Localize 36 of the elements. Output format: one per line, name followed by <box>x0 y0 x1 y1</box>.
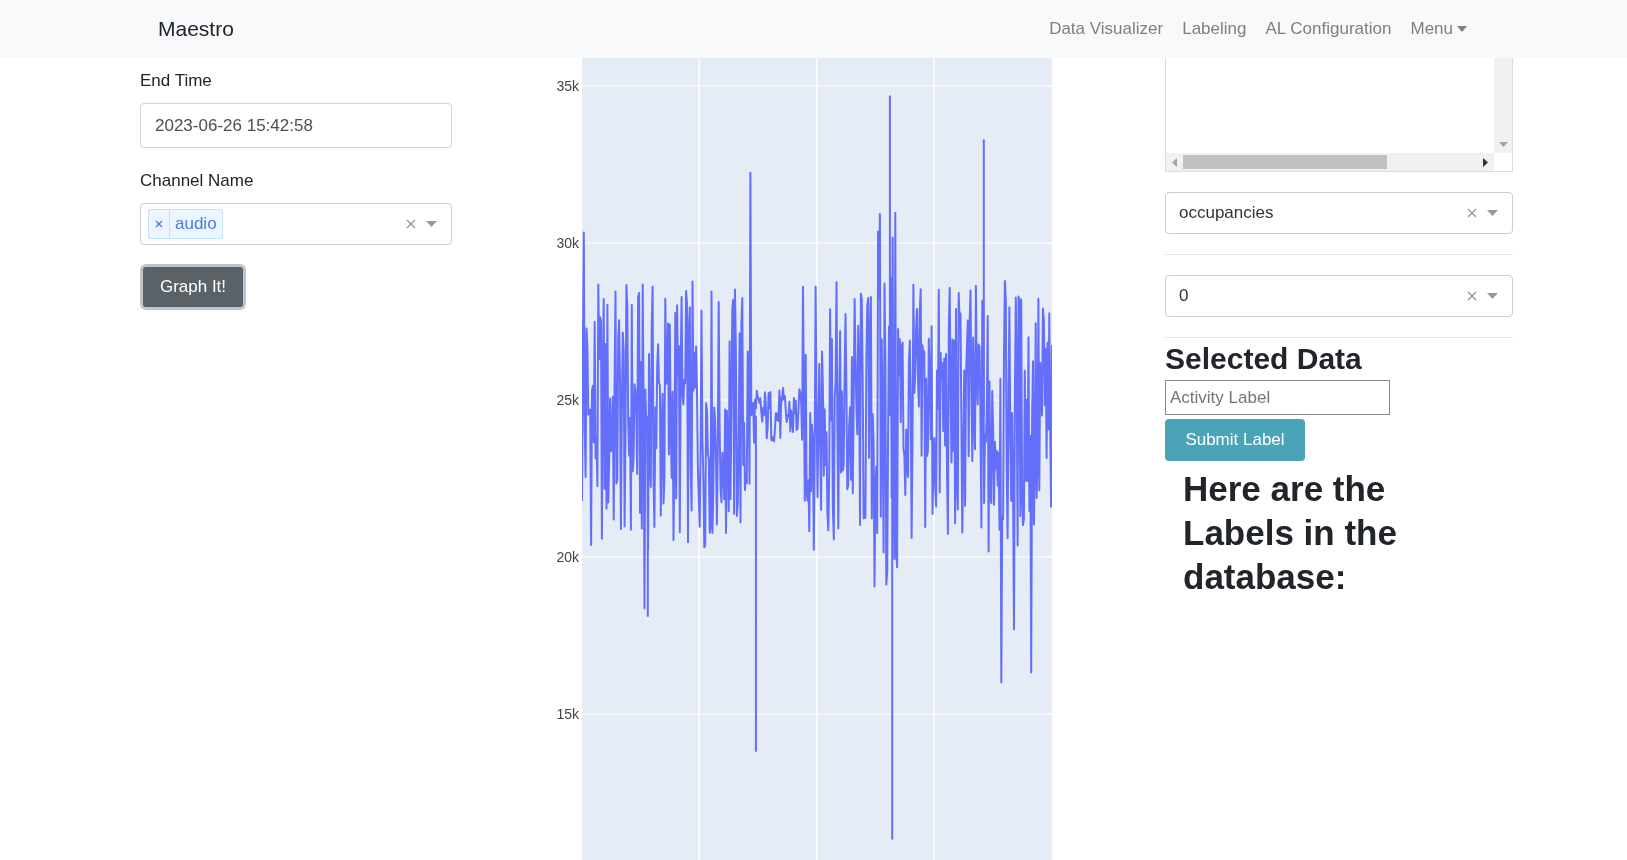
channel-select[interactable]: audio <box>140 203 452 245</box>
remove-icon[interactable] <box>155 220 163 228</box>
axis-tick-label: 35k <box>556 78 579 94</box>
section-heading: Selected Data <box>1165 342 1363 376</box>
submit-label-button[interactable]: Submit Label <box>1165 419 1305 461</box>
dropdown-arrow-icon[interactable] <box>1487 293 1498 299</box>
vertical-scrollbar[interactable] <box>1494 58 1512 153</box>
horizontal-scrollbar[interactable] <box>1166 153 1494 171</box>
dropdown-select[interactable]: 0 <box>1165 275 1513 317</box>
scroll-thumb[interactable] <box>1183 155 1387 169</box>
axis-tick-label: 25k <box>556 392 579 408</box>
field-label: Channel Name <box>140 171 255 191</box>
scroll-right-icon[interactable] <box>1483 157 1488 167</box>
nav-link[interactable]: Data Visualizer <box>1049 19 1164 39</box>
clear-icon[interactable] <box>1467 291 1477 301</box>
nav-link[interactable]: Labeling <box>1182 19 1247 39</box>
caret-icon <box>1457 26 1467 32</box>
dropdown-arrow-icon[interactable] <box>1487 210 1498 216</box>
activity-label-field[interactable]: Activity Label <box>1165 380 1390 415</box>
nav-link[interactable]: AL Configuration <box>1265 19 1392 39</box>
menu-dropdown[interactable]: Menu <box>1410 19 1467 39</box>
scroll-left-icon[interactable] <box>1172 157 1177 167</box>
scroll-down-icon[interactable] <box>1498 142 1508 147</box>
dropdown-arrow-icon[interactable] <box>426 221 437 227</box>
clear-icon[interactable] <box>406 219 416 229</box>
axis-tick-label: 30k <box>556 235 579 251</box>
axis-tick-label: 20k <box>556 549 579 565</box>
section-heading: Here are the Labels in the database: <box>1183 468 1398 598</box>
axis-tick-label: 15k <box>556 706 579 722</box>
brand-link[interactable]: Maestro <box>158 17 234 41</box>
end-time-field[interactable]: 2023-06-26 15:42:58 <box>140 103 452 148</box>
graph-button[interactable]: Graph It! <box>140 264 246 310</box>
clear-icon[interactable] <box>1467 208 1477 218</box>
field-label: End Time <box>140 71 213 91</box>
channel-tag: audio <box>148 209 223 239</box>
dropdown-select[interactable]: occupancies <box>1165 192 1513 234</box>
